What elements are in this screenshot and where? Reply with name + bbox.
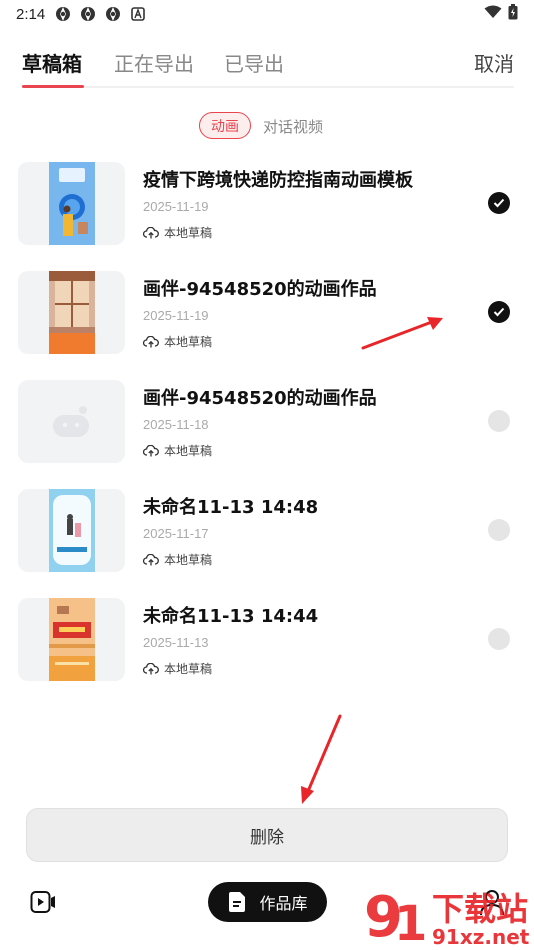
draft-item[interactable]: 未命名11-13 14:48 2025-11-17 本地草稿 <box>0 489 534 589</box>
wifi-icon <box>484 5 502 23</box>
cloud-upload-icon <box>143 553 159 565</box>
draft-title: 画伴-94548520的动画作品 <box>143 388 377 409</box>
checkmark-icon <box>493 198 505 208</box>
tab-drafts[interactable]: 草稿箱 <box>22 48 82 77</box>
draft-thumbnail <box>18 380 125 463</box>
unselected-checkbox[interactable] <box>488 519 510 541</box>
draft-title: 疫情下跨境快递防控指南动画模板 <box>143 170 413 191</box>
tab-exported[interactable]: 已导出 <box>224 48 284 77</box>
active-tab-indicator <box>22 85 84 88</box>
works-library-label: 作品库 <box>259 894 308 913</box>
draft-source: 本地草稿 <box>143 333 212 350</box>
document-icon <box>229 892 246 912</box>
draft-thumbnail <box>18 162 125 245</box>
a-icon <box>130 6 146 22</box>
browser-icon <box>105 6 121 22</box>
tab-bar: 草稿箱 正在导出 已导出 取消 <box>22 44 514 88</box>
watermark-site: 91xz.net <box>432 925 530 949</box>
placeholder-mascot-icon <box>52 405 89 437</box>
poster-thumbnail-image <box>48 162 95 245</box>
draft-item[interactable]: 画伴-94548520的动画作品 2025-11-18 本地草稿 <box>0 380 534 480</box>
draft-thumbnail <box>18 489 125 572</box>
status-time: 2:14 <box>16 5 46 23</box>
room-thumbnail-image <box>48 271 95 354</box>
cloud-upload-icon <box>143 662 159 674</box>
draft-source: 本地草稿 <box>143 442 212 459</box>
selected-checkbox[interactable] <box>488 192 510 214</box>
cloud-frame-thumbnail-image <box>48 489 95 572</box>
checkmark-icon <box>493 307 505 317</box>
works-library-button[interactable]: 作品库 <box>208 882 327 922</box>
cloud-upload-icon <box>143 444 159 456</box>
battery-icon <box>508 4 518 24</box>
draft-item[interactable]: 未命名11-13 14:44 2025-11-13 本地草稿 <box>0 598 534 698</box>
unselected-checkbox[interactable] <box>488 410 510 432</box>
browser-icon <box>55 6 71 22</box>
cancel-button[interactable]: 取消 <box>474 48 514 77</box>
filter-dialogue-video[interactable]: 对话视频 <box>263 116 323 137</box>
filter-animation-chip[interactable]: 动画 <box>199 112 251 139</box>
draft-thumbnail <box>18 271 125 354</box>
draft-date: 2025-11-19 <box>143 308 209 323</box>
video-create-icon[interactable] <box>30 890 56 914</box>
draft-source: 本地草稿 <box>143 224 212 241</box>
watermark-text: 下载站 <box>432 890 528 928</box>
svg-text:1: 1 <box>394 896 427 950</box>
draft-source: 本地草稿 <box>143 551 212 568</box>
unselected-checkbox[interactable] <box>488 628 510 650</box>
draft-thumbnail <box>18 598 125 681</box>
draft-item[interactable]: 疫情下跨境快递防控指南动画模板 2025-11-19 本地草稿 <box>0 162 534 262</box>
draft-date: 2025-11-19 <box>143 199 209 214</box>
browser-icon <box>80 6 96 22</box>
draft-title: 未命名11-13 14:48 <box>143 497 319 518</box>
draft-source: 本地草稿 <box>143 660 212 677</box>
draft-item[interactable]: 画伴-94548520的动画作品 2025-11-19 本地草稿 <box>0 271 534 371</box>
tab-exporting[interactable]: 正在导出 <box>114 48 194 77</box>
stage-thumbnail-image <box>48 598 95 681</box>
draft-source-label: 本地草稿 <box>164 444 213 458</box>
annotation-arrow-icon <box>301 714 342 804</box>
status-bar: 2:14 <box>0 0 534 28</box>
cloud-upload-icon <box>143 335 159 347</box>
site-watermark-logo: 9 1 下载站 91xz.net <box>364 885 530 950</box>
draft-source-label: 本地草稿 <box>164 662 213 676</box>
draft-date: 2025-11-13 <box>143 635 209 650</box>
cloud-upload-icon <box>143 226 159 238</box>
draft-date: 2025-11-18 <box>143 417 209 432</box>
selected-checkbox[interactable] <box>488 301 510 323</box>
delete-button[interactable]: 删除 <box>26 808 508 862</box>
draft-title: 未命名11-13 14:44 <box>143 606 319 627</box>
draft-title: 画伴-94548520的动画作品 <box>143 279 377 300</box>
draft-source-label: 本地草稿 <box>164 226 213 240</box>
draft-date: 2025-11-17 <box>143 526 209 541</box>
draft-source-label: 本地草稿 <box>164 335 213 349</box>
filter-row: 动画 对话视频 <box>0 112 534 140</box>
draft-source-label: 本地草稿 <box>164 553 213 567</box>
